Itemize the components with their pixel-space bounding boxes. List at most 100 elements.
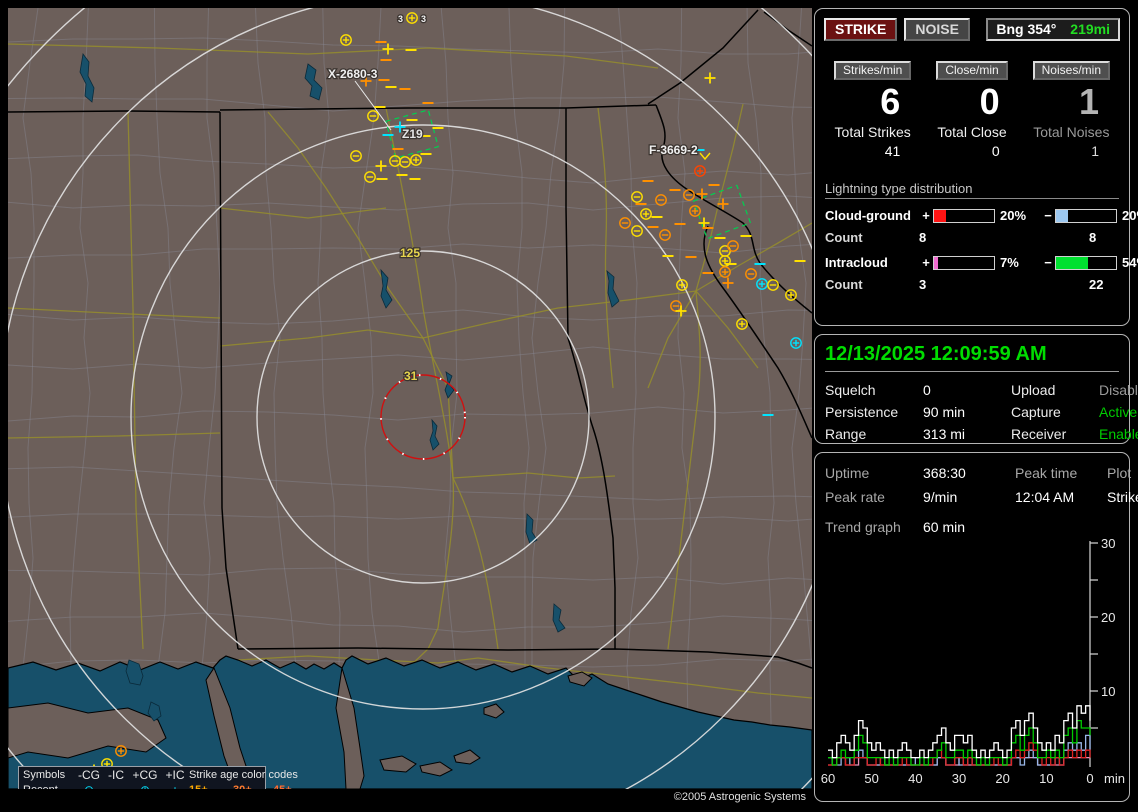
minus-sign: −	[1044, 208, 1052, 223]
strikes-rate: 6	[880, 81, 901, 122]
peak-time-value: 12:04 AM	[1015, 489, 1075, 505]
plot-value: Strike	[1107, 489, 1138, 505]
persistence-label: Persistence	[825, 404, 899, 420]
legend-col-cg-pos: +CG	[132, 768, 158, 782]
ic-pos-recent-icon: +	[161, 783, 189, 789]
legend-col-ic-pos: +IC	[165, 768, 185, 782]
trend-graph: 10 20 30 60 50 40 30 20 10 0 min	[821, 536, 1125, 786]
legend-col-ic-neg: -IC	[108, 768, 124, 782]
range-value: 313 mi	[923, 426, 966, 442]
lightning-distribution: Lightning type distribution Cloud-ground…	[825, 181, 1138, 292]
range-value: 219mi	[1070, 21, 1110, 37]
ic-pos-pct: 7%	[1000, 255, 1019, 270]
strike-button[interactable]: STRIKE	[824, 18, 898, 41]
cg-pos-pct: 20%	[1000, 208, 1027, 223]
bearing-value: Bng 354°	[996, 21, 1057, 37]
svg-text:60: 60	[821, 771, 835, 786]
map-legend: Symbols -CG -IC +CG +IC Strike age color…	[18, 766, 298, 789]
plus-sign: +	[922, 208, 930, 223]
ic-neg-pct: 54%	[1122, 255, 1138, 270]
total-noises-value: 1	[1091, 143, 1099, 159]
svg-text:30: 30	[1101, 536, 1115, 551]
counters-panel: STRIKE NOISE Bng 354° 219mi Strikes/min …	[814, 8, 1138, 326]
bearing-readout: Bng 354° 219mi	[986, 18, 1120, 41]
legend-row-recent-label: Recent	[23, 783, 75, 789]
squelch-label: Squelch	[825, 382, 876, 398]
squelch-value: 0	[923, 382, 931, 398]
cg-pos-recent-icon: ⊕	[129, 783, 161, 789]
svg-text:min: min	[1104, 771, 1125, 786]
noise-button[interactable]: NOISE	[904, 18, 970, 41]
svg-text:Z19: Z19	[402, 127, 423, 141]
peak-rate-label: Peak rate	[825, 489, 885, 505]
ic-neg-count: 22	[1089, 277, 1104, 292]
svg-text:0: 0	[1086, 771, 1093, 786]
copyright-text: ©2005 Astrogenic Systems	[673, 791, 806, 803]
trend-panel: Uptime 368:30 Peak time Plot Peak rate 9…	[814, 452, 1138, 802]
trend-window-value: 60 min	[923, 519, 966, 535]
receiver-status: Enabled	[1099, 426, 1138, 442]
ic-neg-recent-icon: −	[103, 783, 129, 789]
ic-neg-bar	[1055, 255, 1117, 270]
cg-count-label: Count	[825, 230, 863, 245]
peak-time-label: Peak time	[1015, 465, 1078, 481]
close-per-min-button[interactable]: Close/min	[936, 61, 1008, 80]
cg-neg-pct: 20%	[1122, 208, 1138, 223]
range-label: Range	[825, 426, 867, 442]
svg-text:3: 3	[421, 14, 426, 24]
svg-text:20: 20	[1101, 610, 1115, 625]
svg-text:30: 30	[952, 771, 966, 786]
svg-text:3: 3	[398, 14, 403, 24]
age-45: 45+	[273, 783, 313, 789]
age-15: 15+	[189, 783, 233, 789]
legend-col-cg-neg: -CG	[78, 768, 100, 782]
strikes-counter: Strikes/min 6 Total Strikes 41	[823, 61, 922, 159]
ic-count-label: Count	[825, 277, 863, 292]
svg-text:X-2680-3: X-2680-3	[328, 67, 378, 81]
cg-pos-count: 8	[919, 230, 927, 245]
svg-text:125: 125	[400, 246, 420, 260]
age-30: 30+	[233, 783, 273, 789]
total-strikes-label: Total Strikes	[834, 124, 911, 140]
svg-text:F-3669-2: F-3669-2	[649, 143, 698, 157]
noises-counter: Noises/min 1 Total Noises 1	[1022, 61, 1121, 159]
svg-text:10: 10	[1101, 684, 1115, 699]
close-rate: 0	[979, 81, 1000, 122]
plus-sign: +	[922, 255, 930, 270]
status-panel: 12/13/2025 12:09:59 AM Squelch 0 Upload …	[814, 334, 1138, 444]
ic-pos-bar	[933, 255, 995, 270]
map-canvas[interactable]: X-2680-3 Z19 F-3669-2 125 31 3 3	[8, 8, 812, 789]
close-counter: Close/min 0 Total Close 0	[922, 61, 1021, 159]
legend-symbols-header: Symbols	[23, 769, 66, 781]
intracloud-label: Intracloud	[825, 255, 888, 270]
distribution-header: Lightning type distribution	[825, 181, 1119, 199]
capture-status: Active	[1099, 404, 1138, 420]
plot-label: Plot	[1107, 465, 1132, 481]
svg-text:50: 50	[864, 771, 878, 786]
total-close-label: Total Close	[937, 124, 1007, 140]
cg-neg-bar	[1055, 208, 1117, 223]
trend-graph-label: Trend graph	[825, 519, 901, 535]
svg-text:10: 10	[1039, 771, 1053, 786]
strike-map[interactable]: X-2680-3 Z19 F-3669-2 125 31 3 3 Symbols -CG -…	[8, 8, 812, 789]
total-close-value: 0	[991, 143, 1000, 159]
cloud-ground-label: Cloud-ground	[825, 208, 911, 223]
cg-neg-count: 8	[1089, 230, 1097, 245]
svg-text:31: 31	[404, 369, 418, 383]
noises-rate: 1	[1078, 81, 1099, 122]
upload-status: Disabled	[1099, 382, 1138, 398]
datetime-display: 12/13/2025 12:09:59 AM	[825, 343, 1119, 372]
ic-pos-count: 3	[919, 277, 927, 292]
strikes-per-min-button[interactable]: Strikes/min	[833, 61, 912, 80]
total-strikes-value: 41	[884, 143, 901, 159]
noises-per-min-button[interactable]: Noises/min	[1032, 61, 1110, 80]
upload-label: Upload	[1011, 382, 1056, 398]
cg-pos-bar	[933, 208, 995, 223]
minus-sign: −	[1044, 255, 1052, 270]
uptime-value: 368:30	[923, 465, 966, 481]
svg-text:40: 40	[908, 771, 922, 786]
legend-age-title: Strike age color codes	[189, 769, 298, 781]
peak-rate-value: 9/min	[923, 489, 958, 505]
nexstorm-window: X-2680-3 Z19 F-3669-2 125 31 3 3 Symbols -CG -…	[0, 0, 1138, 812]
persistence-value: 90 min	[923, 404, 966, 420]
